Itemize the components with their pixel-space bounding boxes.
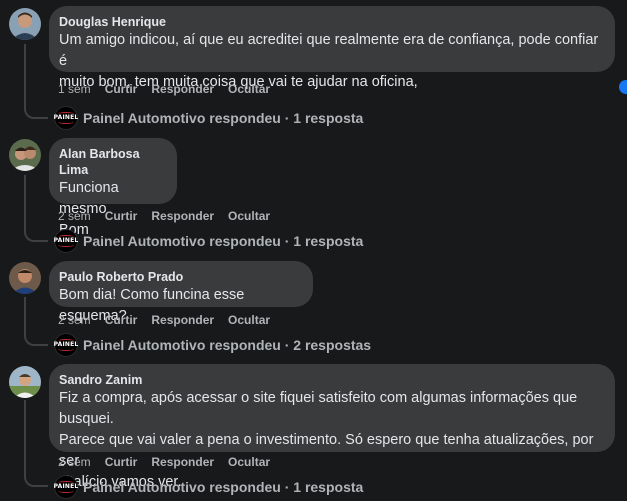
page-logo-icon: PAINEL <box>54 475 78 499</box>
reply-summary-text[interactable]: Painel Automotivo respondeu · 1 resposta <box>83 231 363 251</box>
reply-summary-text[interactable]: Painel Automotivo respondeu · 1 resposta <box>83 108 363 128</box>
reply-button[interactable]: Responder <box>151 82 214 96</box>
thread-line <box>24 175 48 242</box>
hide-button[interactable]: Ocultar <box>228 82 270 96</box>
reply-summary-text[interactable]: Painel Automotivo respondeu · 2 resposta… <box>83 335 371 355</box>
page-logo-icon: PAINEL <box>54 229 78 253</box>
reply-summary-text[interactable]: Painel Automotivo respondeu · 1 resposta <box>83 477 363 497</box>
reply-summary[interactable]: PAINEL Painel Automotivo respondeu · 1 r… <box>54 106 363 130</box>
comment-actions: 2 sem Curtir Responder Ocultar <box>58 455 270 469</box>
avatar[interactable] <box>9 139 41 171</box>
page-logo-icon: PAINEL <box>54 106 78 130</box>
thread-line <box>24 44 48 119</box>
comment-actions: 1 sem Curtir Responder Ocultar <box>58 82 270 96</box>
comment-actions: 2 sem Curtir Responder Ocultar <box>58 313 270 327</box>
like-button[interactable]: Curtir <box>105 313 138 327</box>
comment-bubble: Alan Barbosa Lima Funciona mesmo Bom <box>49 138 177 238</box>
hide-button[interactable]: Ocultar <box>228 209 270 223</box>
reply-button[interactable]: Responder <box>151 455 214 469</box>
comment-actions: 2 sem Curtir Responder Ocultar <box>58 209 270 223</box>
comment-author[interactable]: Paulo Roberto Prado <box>59 269 301 285</box>
hide-button[interactable]: Ocultar <box>228 313 270 327</box>
avatar[interactable] <box>9 262 41 294</box>
avatar[interactable] <box>9 366 41 398</box>
like-button[interactable]: Curtir <box>105 209 138 223</box>
reply-summary[interactable]: PAINEL Painel Automotivo respondeu · 1 r… <box>54 475 363 499</box>
comment-time[interactable]: 1 sem <box>58 82 91 96</box>
avatar[interactable] <box>9 8 41 40</box>
page-logo-icon: PAINEL <box>54 333 78 357</box>
comment-bubble: Paulo Roberto Prado Bom dia! Como funcin… <box>49 261 313 324</box>
reply-button[interactable]: Responder <box>151 209 214 223</box>
hide-button[interactable]: Ocultar <box>228 455 270 469</box>
like-button[interactable]: Curtir <box>105 455 138 469</box>
reply-summary[interactable]: PAINEL Painel Automotivo respondeu · 1 r… <box>54 229 363 253</box>
thread-line <box>24 297 48 346</box>
comment-bubble: Sandro Zanim Fiz a compra, após acessar … <box>49 364 615 490</box>
reply-button[interactable]: Responder <box>151 313 214 327</box>
comment-author[interactable]: Douglas Henrique <box>59 14 603 30</box>
comment-author[interactable]: Sandro Zanim <box>59 372 603 388</box>
reply-summary[interactable]: PAINEL Painel Automotivo respondeu · 2 r… <box>54 333 371 357</box>
comment-time[interactable]: 2 sem <box>58 455 91 469</box>
like-button[interactable]: Curtir <box>105 82 138 96</box>
reaction-icon[interactable] <box>619 80 627 94</box>
comment-time[interactable]: 2 sem <box>58 313 91 327</box>
comment-author[interactable]: Alan Barbosa Lima <box>59 146 165 178</box>
comment-bubble: Douglas Henrique Um amigo indicou, aí qu… <box>49 6 615 90</box>
comment-time[interactable]: 2 sem <box>58 209 91 223</box>
thread-line <box>24 400 48 487</box>
